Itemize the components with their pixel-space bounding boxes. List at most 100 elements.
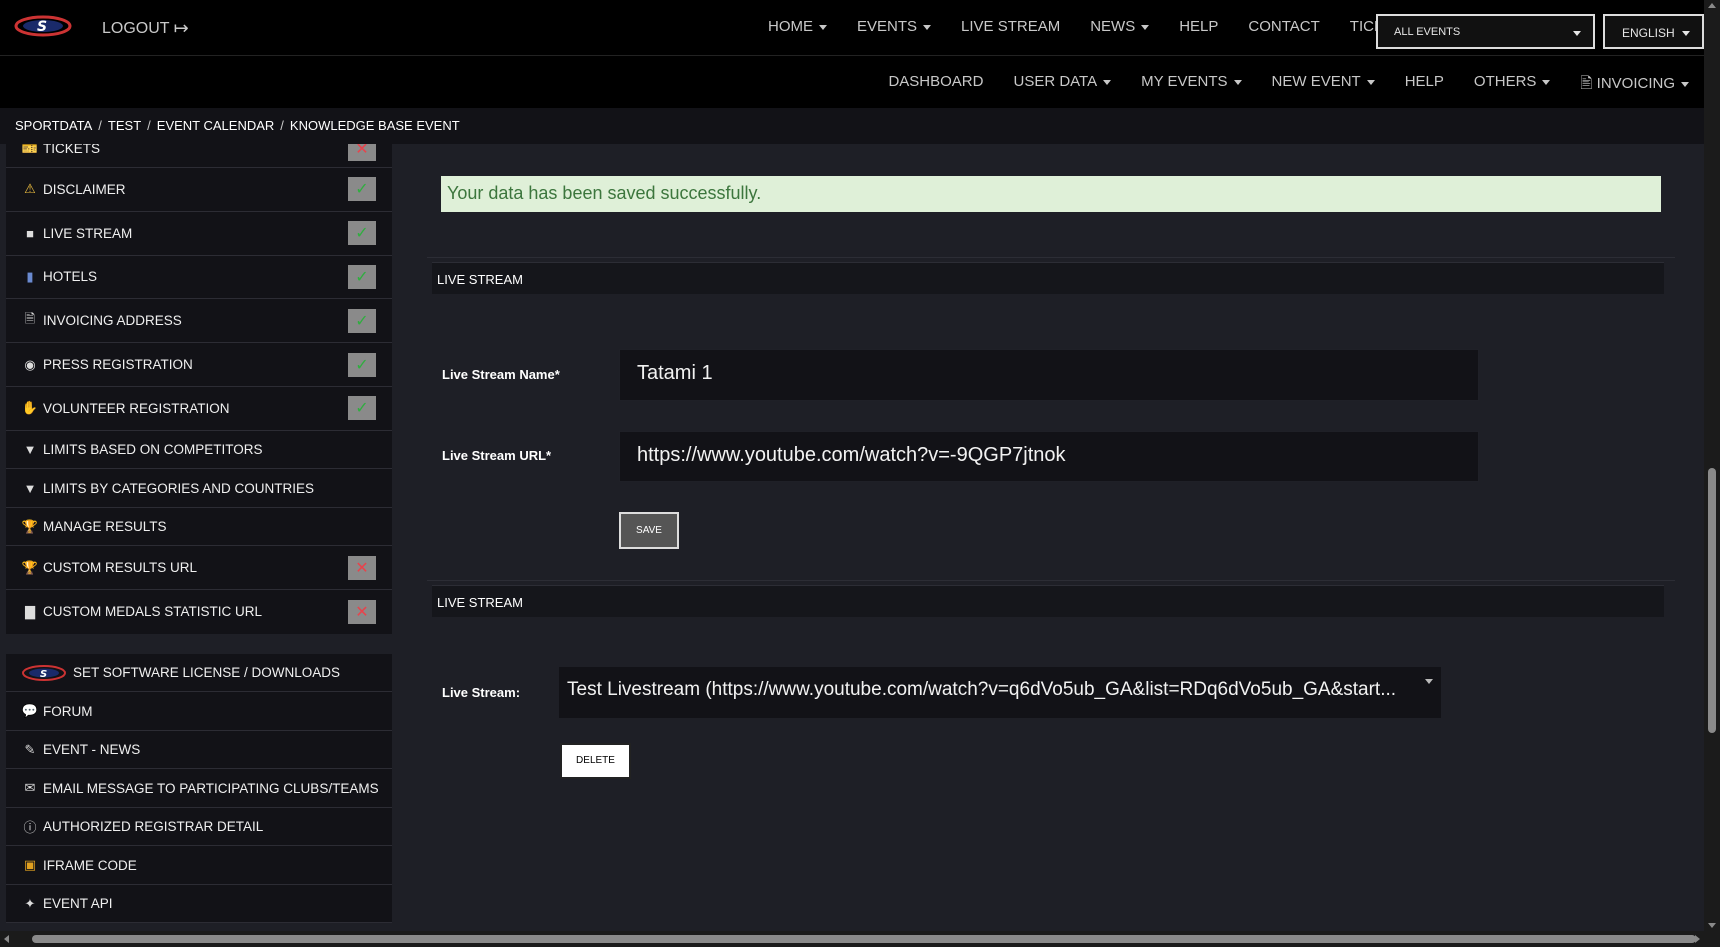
sportdata-logo[interactable]: S [14, 12, 72, 40]
scroll-up-icon[interactable] [1708, 3, 1716, 8]
panel-title-live-stream-2: LIVE STREAM [432, 585, 1664, 617]
live-stream-url-label: Live Stream URL* [442, 448, 552, 463]
nav-contact[interactable]: CONTACT [1248, 18, 1319, 35]
chevron-down-icon [1425, 679, 1433, 684]
nav-dashboard[interactable]: DASHBOARD [888, 73, 983, 98]
live-stream-select[interactable]: Test Livestream (https://www.youtube.com… [559, 667, 1441, 718]
save-button[interactable]: SAVE [619, 512, 679, 549]
status-no-icon: ✕ [348, 599, 376, 624]
horizontal-scroll-thumb[interactable] [32, 935, 1696, 943]
sidebar-item-email-message[interactable]: ✉ EMAIL MESSAGE TO PARTICIPATING CLUBS/TE… [6, 769, 392, 808]
nav-new-event[interactable]: NEW EVENT [1272, 73, 1375, 98]
sidebar-item-iframe-code[interactable]: ▣ IFRAME CODE [6, 846, 392, 885]
chevron-down-icon [1233, 79, 1242, 85]
nav-others[interactable]: OTHERS [1474, 73, 1551, 98]
chevron-down-icon [819, 24, 827, 30]
filter-icon: ▼ [23, 442, 37, 458]
breadcrumb: SPORTDATA / TEST / EVENT CALENDAR / KNOWLED… [0, 108, 1704, 144]
chevron-down-icon [1573, 31, 1581, 36]
sidebar-item-event-api[interactable]: ✦ EVENT API [6, 885, 392, 924]
status-ok-icon: ✓ [348, 396, 376, 421]
language-select[interactable]: ENGLISH [1603, 14, 1704, 49]
chevron-down-icon [1366, 79, 1375, 85]
user-nav: DASHBOARD USER DATA MY EVENTS NEW EVENT … [888, 73, 1689, 98]
document-icon: 🗎 [24, 310, 36, 326]
logout-icon: ↦ [173, 18, 189, 38]
sidebar-item-software-license[interactable]: S SET SOFTWARE LICENSE / DOWNLOADS [6, 654, 392, 693]
breadcrumb-item[interactable]: SPORTDATA [15, 118, 92, 134]
sidebar-item-volunteer-registration[interactable]: ✋ VOLUNTEER REGISTRATION ✓ [6, 387, 392, 431]
sidebar-item-limits-categories[interactable]: ▼ LIMITS BY CATEGORIES AND COUNTRIES [6, 469, 392, 508]
scroll-down-icon[interactable] [1708, 923, 1716, 928]
events-select[interactable]: ALL EVENTS [1376, 14, 1595, 49]
vertical-scrollbar[interactable] [1704, 0, 1720, 931]
horizontal-scrollbar[interactable] [0, 931, 1720, 947]
nav-my-events[interactable]: MY EVENTS [1141, 73, 1242, 98]
chevron-down-icon [1141, 24, 1150, 30]
nav-user-data[interactable]: USER DATA [1013, 73, 1112, 98]
nav-live-stream[interactable]: LIVE STREAM [961, 18, 1060, 35]
chevron-down-icon [1542, 79, 1551, 85]
sidebar-item-custom-results-url[interactable]: 🏆 CUSTOM RESULTS URL ✕ [6, 546, 392, 591]
video-camera-icon: ■ [26, 225, 34, 241]
puzzle-icon: ✦ [24, 895, 36, 911]
sidebar-item-event-news[interactable]: ✎ EVENT - NEWS [6, 731, 392, 770]
chevron-down-icon [1681, 81, 1689, 87]
sidebar-item-press-registration[interactable]: ◉ PRESS REGISTRATION ✓ [6, 343, 392, 387]
nav-help[interactable]: HELP [1179, 18, 1218, 35]
forum-icon: 💬 [21, 703, 39, 719]
info-icon: ⓘ [23, 820, 37, 836]
sportdata-logo-icon: S [22, 664, 66, 681]
live-stream-name-input[interactable]: Tatami 1 [619, 349, 1479, 401]
scroll-left-icon[interactable] [4, 935, 9, 943]
chevron-down-icon [1103, 79, 1112, 85]
nav-help-2[interactable]: HELP [1405, 73, 1444, 98]
live-stream-name-label: Live Stream Name* [442, 367, 560, 382]
status-ok-icon: ✓ [348, 352, 376, 377]
nav-home[interactable]: HOME [768, 18, 827, 35]
scroll-right-icon[interactable] [1695, 935, 1700, 943]
panel-title-live-stream: LIVE STREAM [432, 262, 1664, 294]
main-nav: HOME EVENTS LIVE STREAM NEWS HELP CONTAC… [768, 18, 1413, 35]
top-navbar: S LOGOUT ↦ HOME EVENTS LIVE STREAM NEWS … [0, 0, 1704, 56]
live-stream-select-label: Live Stream: [442, 685, 521, 700]
envelope-icon: ✉ [24, 780, 36, 796]
warning-icon: ⚠ [24, 181, 36, 197]
luggage-icon: ▮ [26, 268, 34, 284]
svg-text:S: S [37, 19, 47, 35]
breadcrumb-item[interactable]: KNOWLEDGE BASE EVENT [290, 118, 460, 134]
sidebar-item-hotels[interactable]: ▮ HOTELS ✓ [6, 256, 392, 300]
status-ok-icon: ✓ [348, 264, 376, 289]
sidebar-item-disclaimer[interactable]: ⚠ DISCLAIMER ✓ [6, 168, 392, 212]
vertical-scroll-thumb[interactable] [1708, 468, 1716, 733]
logout-label: LOGOUT [102, 19, 170, 37]
code-icon: ▣ [23, 857, 37, 873]
chevron-down-icon [1682, 31, 1690, 36]
nav-events[interactable]: EVENTS [857, 18, 932, 35]
sidebar-item-manage-results[interactable]: 🏆 MANAGE RESULTS [6, 508, 392, 547]
breadcrumb-item[interactable]: TEST [108, 118, 141, 134]
sidebar-item-live-stream[interactable]: ■ LIVE STREAM ✓ [6, 212, 392, 256]
nav-news[interactable]: NEWS [1090, 18, 1150, 35]
status-ok-icon: ✓ [348, 308, 376, 333]
news-icon: ✎ [24, 741, 36, 757]
nav-invoicing[interactable]: 🖹 INVOICING [1580, 73, 1689, 98]
status-ok-icon: ✓ [348, 177, 376, 202]
invoice-icon: 🖹 [1580, 75, 1597, 92]
breadcrumb-item[interactable]: EVENT CALENDAR [157, 118, 275, 134]
sidebar-item-limits-competitors[interactable]: ▼ LIMITS BASED ON COMPETITORS [6, 431, 392, 470]
trophy-icon: 🏆 [21, 518, 39, 534]
live-stream-url-input[interactable]: https://www.youtube.com/watch?v=-9QGP7jt… [619, 431, 1479, 482]
sidebar: 🎫 TICKETS ✕ ⚠ DISCLAIMER ✓ ■ LIVE STREAM ✓ ▮ HO… [6, 130, 392, 924]
sidebar-item-forum[interactable]: 💬 FORUM [6, 692, 392, 731]
sub-navbar: DASHBOARD USER DATA MY EVENTS NEW EVENT … [0, 56, 1704, 108]
sidebar-item-custom-medals-url[interactable]: ▇ CUSTOM MEDALS STATISTIC URL ✕ [6, 590, 392, 634]
svg-text:S: S [40, 669, 47, 680]
status-ok-icon: ✓ [348, 221, 376, 246]
delete-button[interactable]: DELETE [560, 743, 631, 779]
logout-link[interactable]: LOGOUT ↦ [102, 18, 189, 39]
sidebar-item-authorized-registrar[interactable]: ⓘ AUTHORIZED REGISTRAR DETAIL [6, 808, 392, 847]
hand-icon: ✋ [21, 400, 39, 416]
camera-icon: ◉ [24, 356, 36, 372]
sidebar-item-invoicing-address[interactable]: 🗎 INVOICING ADDRESS ✓ [6, 299, 392, 344]
